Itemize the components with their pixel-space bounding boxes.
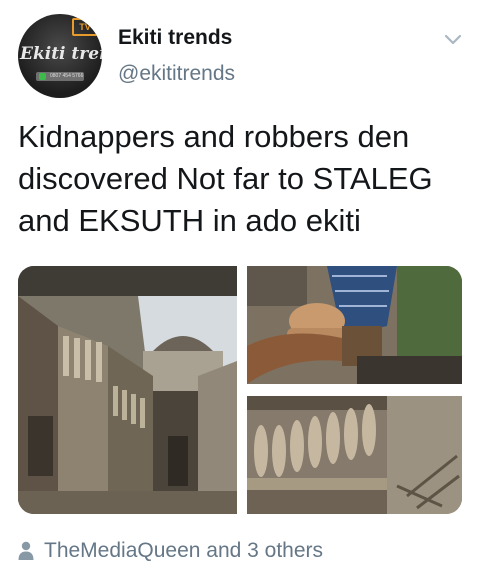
tv-logo-icon: TV xyxy=(72,18,98,36)
media-grid xyxy=(18,266,462,514)
avatar-phone-strip: 0807 454 5766 xyxy=(36,72,84,81)
display-name[interactable]: Ekiti trends xyxy=(118,26,232,50)
person-icon xyxy=(18,541,34,560)
avatar-phone-text: 0807 454 5766 xyxy=(50,73,84,79)
liked-by-text: TheMediaQueen and 3 others xyxy=(44,539,324,562)
tweet-text: Kidnappers and robbers den discovered No… xyxy=(18,119,433,238)
avatar-logo-text: Ekiti trends xyxy=(20,44,102,64)
tweet-card: TV Ekiti trends 0807 454 5766 Ekiti tren… xyxy=(0,0,480,586)
username[interactable]: @ekititrends xyxy=(118,62,235,86)
avatar[interactable]: TV Ekiti trends 0807 454 5766 xyxy=(18,14,102,98)
media-image-hands[interactable] xyxy=(247,266,462,384)
chevron-down-icon[interactable] xyxy=(442,28,464,50)
whatsapp-icon xyxy=(39,73,46,80)
media-image-balustrade[interactable] xyxy=(247,396,462,514)
liked-by-row[interactable]: TheMediaQueen and 3 others xyxy=(18,538,323,564)
media-image-building[interactable] xyxy=(18,266,237,514)
